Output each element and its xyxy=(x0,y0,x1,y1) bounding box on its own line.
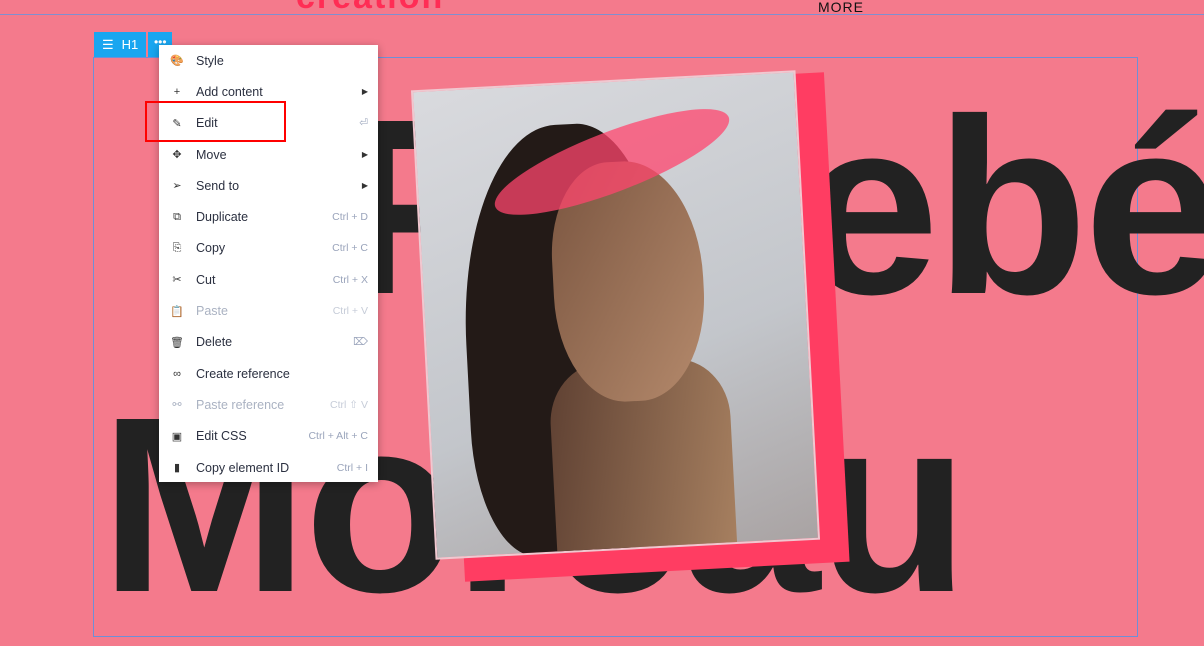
paste-reference-icon: ⚯ xyxy=(172,399,182,412)
menu-item-shortcut: ⏎ xyxy=(359,117,368,130)
submenu-arrow-icon: ▶ xyxy=(361,87,368,97)
menu-item-label: Move xyxy=(196,147,227,162)
menu-item-label: Copy element ID xyxy=(196,460,290,475)
menu-item-paste[interactable]: 📋 Paste Ctrl + V xyxy=(159,295,378,326)
menu-item-label: Add content xyxy=(196,84,263,99)
menu-item-shortcut: Ctrl + V xyxy=(332,305,368,318)
menu-item-label: Create reference xyxy=(196,366,290,381)
palette-icon: 🎨 xyxy=(170,55,184,68)
menu-item-shortcut: Ctrl + Alt + C xyxy=(308,430,368,443)
menu-item-label: Paste xyxy=(196,304,228,319)
menu-item-create-reference[interactable]: ∞ Create reference xyxy=(159,358,378,389)
heading-icon: ☰ xyxy=(102,36,114,52)
menu-item-shortcut: Ctrl + I xyxy=(336,461,368,474)
element-tag: H1 xyxy=(121,37,139,52)
menu-item-style[interactable]: 🎨 Style xyxy=(159,45,378,76)
move-icon: ✥ xyxy=(172,149,182,162)
nav-more[interactable]: MORE xyxy=(818,0,864,14)
menu-item-duplicate[interactable]: ⧉ Duplicate Ctrl + D xyxy=(159,201,378,232)
menu-item-shortcut: Ctrl + D xyxy=(332,211,368,224)
submenu-arrow-icon: ▶ xyxy=(361,181,368,191)
trash-icon: 🗑 xyxy=(170,336,184,349)
menu-item-shortcut: Ctrl + C xyxy=(332,242,368,255)
css-icon: ▣ xyxy=(171,430,183,443)
menu-item-move[interactable]: ✥ Move ▶ xyxy=(159,139,378,170)
menu-item-label: Delete xyxy=(196,335,233,350)
menu-item-label: Paste reference xyxy=(196,397,285,412)
menu-item-copy[interactable]: ⎘ Copy Ctrl + C xyxy=(159,233,378,264)
menu-item-label: Duplicate xyxy=(196,210,249,225)
file-icon: ▮ xyxy=(173,462,181,474)
submenu-arrow-icon: ▶ xyxy=(361,150,368,160)
paste-icon: 📋 xyxy=(170,305,184,318)
plus-icon: + xyxy=(173,85,181,98)
menu-item-cut[interactable]: ✂ Cut Ctrl + X xyxy=(159,264,378,295)
menu-item-label: Style xyxy=(196,53,224,68)
portrait-photo[interactable] xyxy=(410,70,821,560)
menu-item-label: Send to xyxy=(196,178,240,193)
menu-item-label: Cut xyxy=(196,272,216,287)
menu-item-copy-element-id[interactable]: ▮ Copy element ID Ctrl + I xyxy=(159,452,378,483)
element-type-button[interactable]: ☰ H1 xyxy=(94,32,147,57)
duplicate-icon: ⧉ xyxy=(173,210,181,223)
menu-item-paste-reference[interactable]: ⚯ Paste reference Ctrl ⇧ V xyxy=(159,389,378,420)
menu-item-shortcut: Ctrl + X xyxy=(332,273,368,286)
menu-item-shortcut: ⌦ xyxy=(353,336,368,349)
scissors-icon: ✂ xyxy=(172,274,182,287)
send-icon: ➢ xyxy=(172,180,182,193)
edit-highlight-box xyxy=(145,101,286,142)
menu-item-shortcut: Ctrl ⇧ V xyxy=(330,398,368,411)
copy-icon: ⎘ xyxy=(172,241,182,254)
link-icon: ∞ xyxy=(173,367,181,380)
divider xyxy=(0,14,1204,15)
menu-item-delete[interactable]: 🗑 Delete ⌦ xyxy=(159,327,378,358)
menu-item-send-to[interactable]: ➢ Send to ▶ xyxy=(159,170,378,201)
menu-item-edit-css[interactable]: ▣ Edit CSS Ctrl + Alt + C xyxy=(159,421,378,452)
menu-item-label: Edit CSS xyxy=(196,429,247,444)
menu-item-label: Copy xyxy=(196,241,226,256)
